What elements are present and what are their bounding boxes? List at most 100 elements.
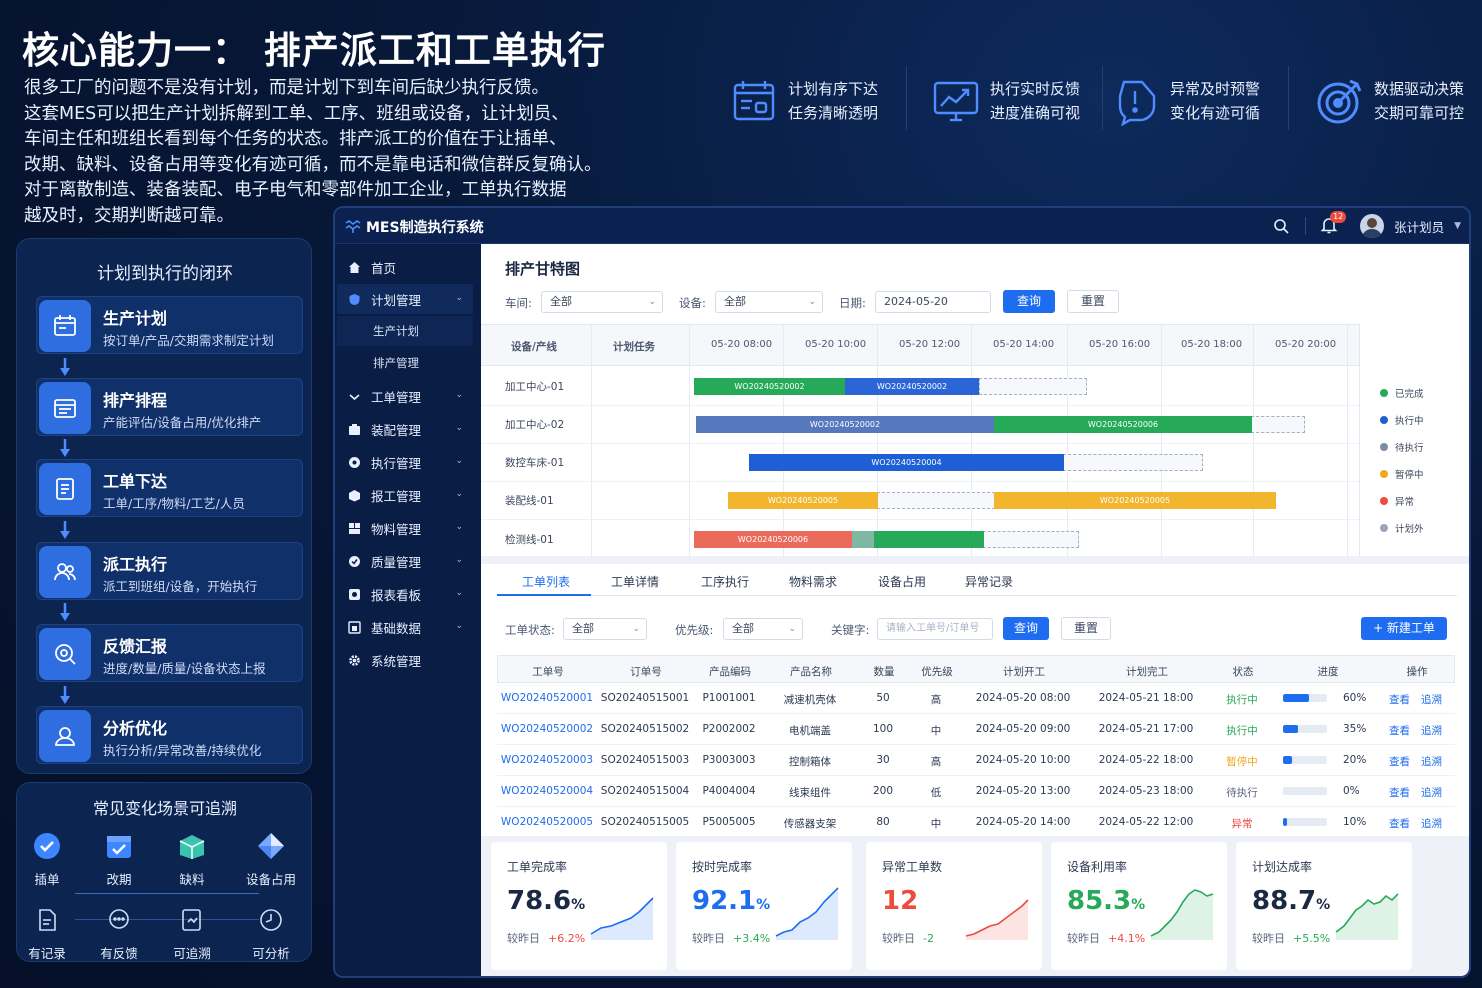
chevron-down-icon[interactable]: ▼ xyxy=(1454,221,1461,231)
device-select[interactable]: 全部 ⌄ xyxy=(715,291,823,313)
order-reset-button[interactable]: 重置 xyxy=(1061,617,1111,640)
gantt-bar[interactable]: WO20240520006 xyxy=(994,416,1252,433)
view-link[interactable]: 查看 xyxy=(1389,692,1410,707)
table-row[interactable]: WO20240520001 SO20240515001 P1001001 减速机壳体 5… xyxy=(497,683,1455,714)
view-link[interactable]: 查看 xyxy=(1389,785,1410,800)
sidebar-subitem-schedule[interactable]: 排产管理 xyxy=(337,348,473,378)
trace-link[interactable]: 追溯 xyxy=(1421,816,1442,831)
sidebar-item-assembly[interactable]: 装配管理 ⌄ xyxy=(337,414,473,444)
table-row[interactable]: WO20240520003 SO20240515003 P3003003 控制箱体 30… xyxy=(497,745,1455,776)
gantt-bar[interactable]: WO20240520002 xyxy=(845,378,979,395)
kpi-delta: 较昨日 +5.5% xyxy=(1252,930,1330,946)
sidebar-item-label: 装配管理 xyxy=(371,422,422,438)
sidebar-item-execution[interactable]: 执行管理 ⌄ xyxy=(337,447,473,477)
app-logo[interactable]: MES制造执行系统 xyxy=(345,217,484,237)
workorder-link[interactable]: WO20240520004 xyxy=(497,785,597,797)
user-name[interactable]: 张计划员 xyxy=(1394,217,1444,236)
table-header-cell: 计划开工 xyxy=(1003,666,1045,678)
tab-process-exec[interactable]: 工序执行 xyxy=(701,573,749,590)
kpi-number: 85.3 xyxy=(1067,886,1132,916)
table-row[interactable]: WO20240520004 SO20240515004 P4004004 线束组件 20… xyxy=(497,776,1455,807)
product-code: P5005005 xyxy=(702,816,756,828)
sidebar-item-plan[interactable]: 计划管理 ⌄ xyxy=(337,284,473,314)
legend-dot xyxy=(1380,470,1388,478)
table-header-cell: 状态 xyxy=(1232,666,1254,678)
workorder-link[interactable]: WO20240520002 xyxy=(497,723,597,735)
gantt-bar[interactable]: WO20240520005 xyxy=(728,492,878,509)
sidebar-item-system[interactable]: 系统管理 xyxy=(337,645,473,675)
status-badge: 异常 xyxy=(1231,818,1253,830)
workorder-link[interactable]: WO20240520001 xyxy=(497,692,597,704)
sidebar-item-quality[interactable]: 质量管理 ⌄ xyxy=(337,546,473,576)
workshop-select[interactable]: 全部 ⌄ xyxy=(541,291,663,313)
tab-material-demand[interactable]: 物料需求 xyxy=(789,573,837,590)
kpi-delta: 较昨日 -2 xyxy=(882,930,934,946)
sidebar-item-material[interactable]: 物料管理 ⌄ xyxy=(337,513,473,543)
clock-chart-icon xyxy=(236,903,306,937)
trace-link[interactable]: 追溯 xyxy=(1421,754,1442,769)
view-link[interactable]: 查看 xyxy=(1389,723,1410,738)
avatar[interactable] xyxy=(1360,214,1385,238)
tab-workorder-detail[interactable]: 工单详情 xyxy=(611,573,659,590)
gantt-col-task: 计划任务 xyxy=(613,341,655,353)
feature-line1: 执行实时反馈 xyxy=(990,80,1081,98)
trace-link[interactable]: 追溯 xyxy=(1421,723,1442,738)
gantt-query-button[interactable]: 查询 xyxy=(1003,290,1055,313)
view-link[interactable]: 查看 xyxy=(1389,816,1410,831)
date-field[interactable]: 2024-05-20 xyxy=(875,291,991,313)
gantt-bar[interactable]: WO20240520005 xyxy=(994,492,1276,509)
step-desc: 派工到班组/设备，开始执行 xyxy=(103,579,258,594)
search-icon[interactable] xyxy=(1273,218,1289,234)
grid-line xyxy=(1347,324,1348,556)
sidebar-item-label: 系统管理 xyxy=(371,653,422,669)
notification-button[interactable]: 12 xyxy=(1320,210,1347,237)
sidebar-item-home[interactable]: 首页 xyxy=(337,252,473,282)
table-row[interactable]: WO20240520002 SO20240515002 P2002002 电机端盖 10… xyxy=(497,714,1455,745)
trace-link[interactable]: 追溯 xyxy=(1421,785,1442,800)
gantt-reset-button[interactable]: 重置 xyxy=(1067,290,1119,313)
order-query-button[interactable]: 查询 xyxy=(1003,617,1049,640)
sidebar-subitem-plan[interactable]: 生产计划 xyxy=(337,316,473,346)
grid-line xyxy=(481,481,1359,482)
keyword-input[interactable]: 请输入工单号/订单号 xyxy=(877,618,993,640)
loop-step: 派工执行 派工到班组/设备，开始执行 xyxy=(36,542,303,600)
gantt-bar[interactable]: WO20240520002 xyxy=(694,378,845,395)
kpi-card: 设备利用率 85.3% 较昨日 +4.1% xyxy=(1051,842,1227,970)
tab-device-usage[interactable]: 设备占用 xyxy=(878,573,926,590)
intro-line: 车间主任和班组长看到每个任务的状态。排产派工的价值在于让插单、 xyxy=(24,129,567,150)
priority-select[interactable]: 全部 ⌄ xyxy=(723,618,803,640)
gantt-bar[interactable]: WO20240520004 xyxy=(749,454,1064,471)
chevron-down-icon: ⌄ xyxy=(455,489,463,499)
gantt-card: 排产甘特图 车间: 全部 ⌄ 设备: 全部 ⌄ 日期: 2024-05-20 查询 … xyxy=(481,244,1469,556)
new-workorder-button[interactable]: + 新建工单 xyxy=(1361,617,1447,640)
chevron-down-icon: ⌄ xyxy=(455,522,463,532)
gantt-time: 05-20 14:00 xyxy=(993,339,1055,350)
sidebar-item-dashboard[interactable]: 报表看板 ⌄ xyxy=(337,579,473,609)
filter-label: 日期: xyxy=(839,296,866,310)
schedule-icon xyxy=(39,382,91,434)
gantt-bar[interactable]: WO20240520002 xyxy=(696,416,994,433)
grid-line xyxy=(877,324,878,556)
workorder-link[interactable]: WO20240520005 xyxy=(497,816,597,828)
view-link[interactable]: 查看 xyxy=(1389,754,1410,769)
progress-bar xyxy=(1283,725,1327,733)
kpi-delta-label: 较昨日 xyxy=(1252,932,1285,945)
gantt-bar-segment[interactable] xyxy=(874,531,984,548)
feature-item: 异常及时预警 变化有迹可循 xyxy=(1108,66,1260,136)
tab-exception-log[interactable]: 异常记录 xyxy=(965,573,1013,590)
workorder-link[interactable]: WO20240520003 xyxy=(497,754,597,766)
chevron-down-icon: ⌄ xyxy=(455,293,463,303)
trace-link[interactable]: 追溯 xyxy=(1421,692,1442,707)
status-select[interactable]: 全部 ⌄ xyxy=(563,618,647,640)
tab-workorder-list[interactable]: 工单列表 xyxy=(522,573,570,590)
gantt-bar[interactable]: WO20240520006 xyxy=(694,531,852,548)
arrow-down-icon xyxy=(60,358,70,376)
sidebar-item-report-work[interactable]: 报工管理 ⌄ xyxy=(337,480,473,510)
gantt-bar-segment[interactable] xyxy=(852,531,874,548)
panel-title: 常见变化场景可追溯 xyxy=(92,799,237,818)
kpi-sparkline xyxy=(775,887,839,940)
sidebar-item-basedata[interactable]: 基础数据 ⌄ xyxy=(337,612,473,642)
table-row[interactable]: WO20240520005 SO20240515005 P5005005 传感器支架 8… xyxy=(497,807,1455,838)
ticket-icon xyxy=(347,389,361,403)
sidebar-item-workorder[interactable]: 工单管理 ⌄ xyxy=(337,381,473,411)
